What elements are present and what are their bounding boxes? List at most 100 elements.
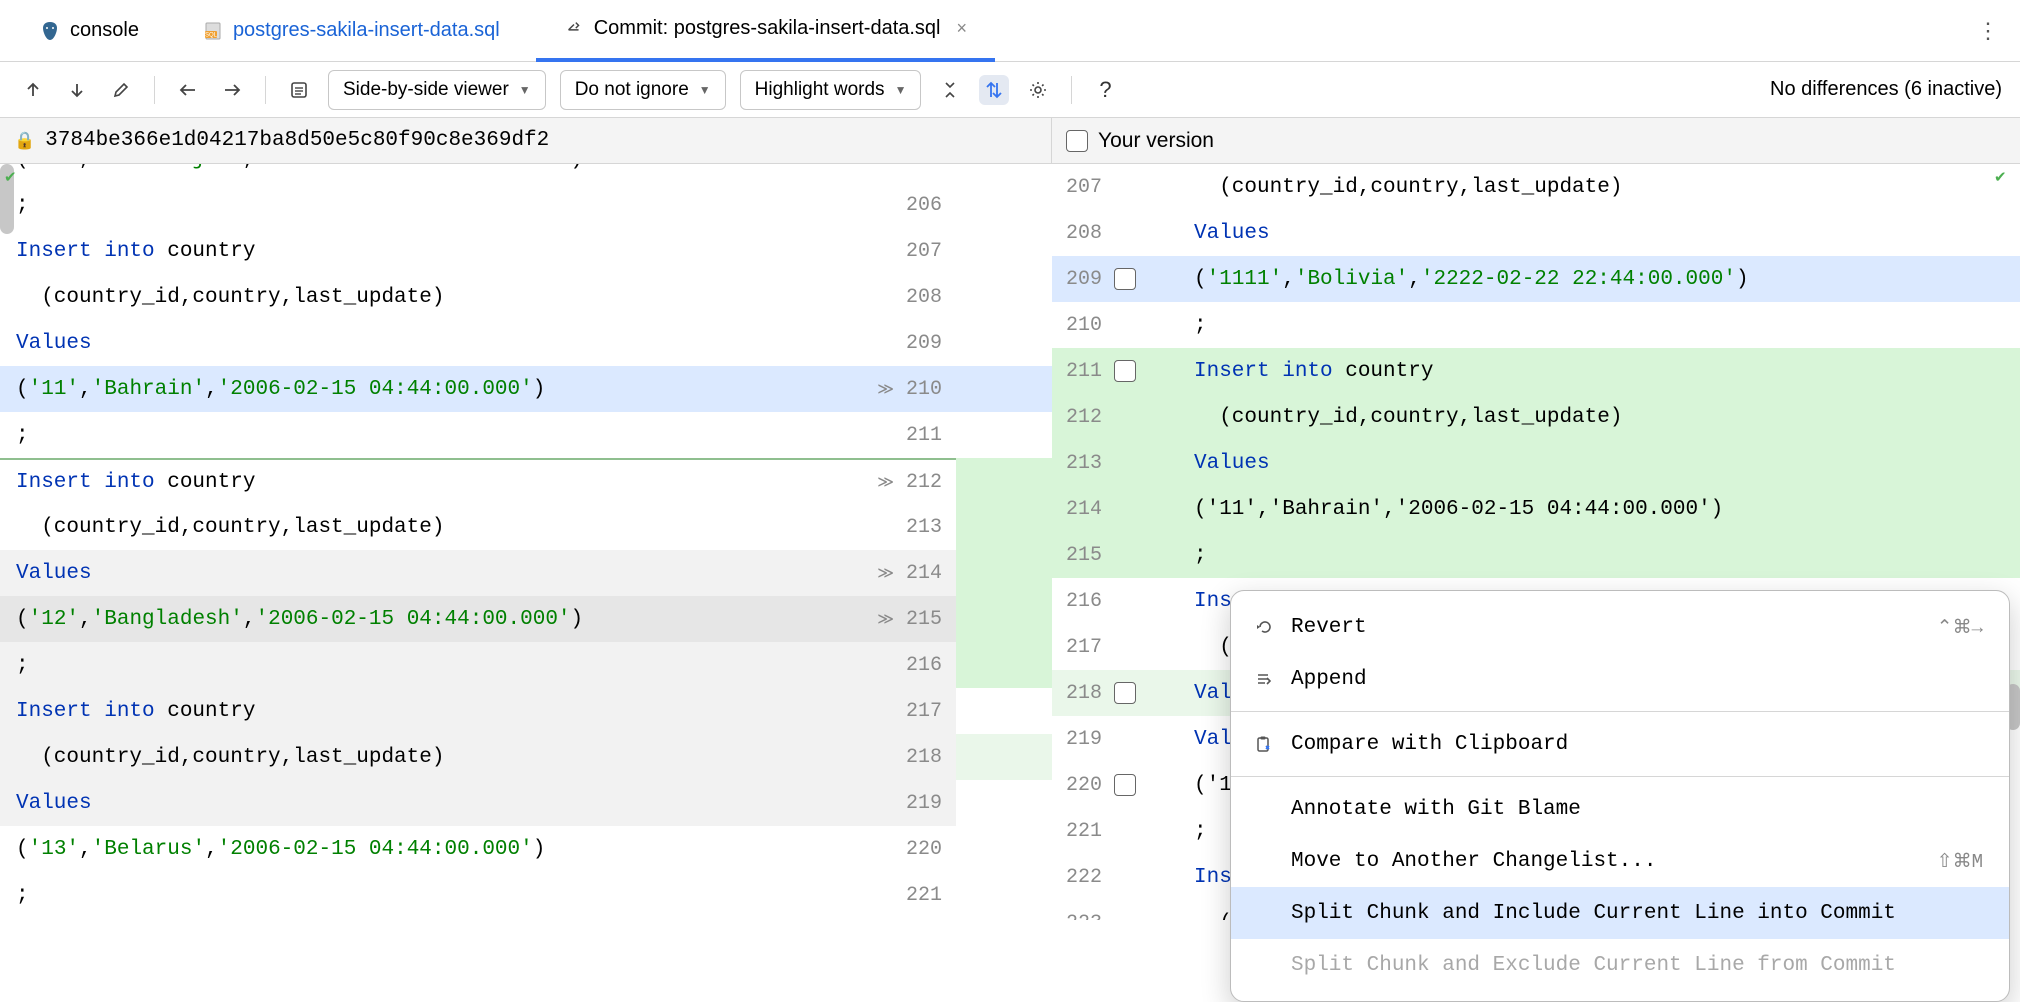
forward-icon[interactable]: [217, 75, 247, 105]
lock-icon: 🔒: [14, 131, 35, 151]
highlight-select[interactable]: Highlight words ▼: [740, 70, 922, 110]
code-line[interactable]: ('10','Azerbaijan','2006-02-15 04:44:00.…: [0, 164, 830, 182]
line-checkbox[interactable]: [1114, 268, 1136, 290]
include-checkbox[interactable]: [1066, 130, 1088, 152]
code-line[interactable]: Insert into country: [0, 228, 830, 274]
edit-icon[interactable]: [106, 75, 136, 105]
code-line[interactable]: ;: [1178, 532, 2020, 578]
tabs-overflow-icon[interactable]: ⋮: [1968, 11, 2008, 51]
diff-view: ✔ ('10','Azerbaijan','2006-02-15 04:44:0…: [0, 164, 2020, 920]
ignore-select[interactable]: Do not ignore ▼: [560, 70, 726, 110]
line-checkbox[interactable]: [1114, 682, 1136, 704]
code-line[interactable]: (country_id,country,last_update): [0, 734, 830, 780]
line-number: 220: [1052, 762, 1178, 808]
line-number: 209: [830, 320, 956, 366]
sync-scroll-icon[interactable]: [979, 75, 1009, 105]
code-line[interactable]: ;: [0, 412, 830, 458]
menu-shortcut: ⇧⌘M: [1937, 850, 1983, 873]
code-line[interactable]: (country_id,country,last_update): [1178, 394, 2020, 440]
apply-arrow-icon[interactable]: ≫: [877, 609, 894, 629]
menu-item[interactable]: Revert ⌃⌘→: [1231, 601, 2009, 653]
code-line[interactable]: Values: [0, 550, 830, 596]
code-line[interactable]: ;: [1178, 302, 2020, 348]
code-line[interactable]: Insert into country: [0, 688, 830, 734]
menu-label: Compare with Clipboard: [1291, 733, 1568, 756]
list-icon[interactable]: [284, 75, 314, 105]
diff-icon: [564, 19, 584, 39]
code-line[interactable]: Values: [0, 320, 830, 366]
code-line[interactable]: Insert into country: [0, 458, 830, 504]
commit-hash: 3784be366e1d04217ba8d50e5c80f90c8e369df2: [45, 129, 549, 152]
code-line[interactable]: ('11','Bahrain','2006-02-15 04:44:00.000…: [1178, 486, 2020, 532]
menu-item[interactable]: Annotate with Git Blame: [1231, 783, 2009, 835]
line-number: 216: [830, 642, 956, 688]
collapse-icon[interactable]: [935, 75, 965, 105]
chevron-down-icon: ▼: [699, 83, 711, 97]
code-line[interactable]: ('13','Belarus','2006-02-15 04:44:00.000…: [0, 826, 830, 872]
code-line[interactable]: ;: [0, 642, 830, 688]
line-checkbox[interactable]: [1114, 774, 1136, 796]
apply-arrow-icon[interactable]: ≫: [877, 379, 894, 399]
code-line[interactable]: Insert into country: [1178, 348, 2020, 394]
line-number: 209: [1052, 256, 1178, 302]
menu-item[interactable]: Move to Another Changelist... ⇧⌘M: [1231, 835, 2009, 887]
code-line[interactable]: ('11','Bahrain','2006-02-15 04:44:00.000…: [0, 366, 830, 412]
code-line[interactable]: ('1111','Bolivia','2222-02-22 22:44:00.0…: [1178, 256, 2020, 302]
menu-label: Annotate with Git Blame: [1291, 798, 1581, 821]
menu-label: Split Chunk and Exclude Current Line fro…: [1291, 954, 1896, 977]
code-line[interactable]: ;: [0, 872, 830, 918]
line-number: 221: [830, 872, 956, 918]
apply-arrow-icon[interactable]: ≫: [877, 563, 894, 583]
diff-left-pane[interactable]: ('10','Azerbaijan','2006-02-15 04:44:00.…: [0, 164, 830, 920]
tab-commit[interactable]: Commit: postgres-sakila-insert-data.sql …: [536, 0, 995, 62]
menu-item[interactable]: Append: [1231, 653, 2009, 705]
sql-file-icon: SQL: [203, 21, 223, 41]
line-number: 211: [830, 412, 956, 458]
menu-item[interactable]: Compare with Clipboard: [1231, 718, 2009, 770]
next-diff-icon[interactable]: [62, 75, 92, 105]
back-icon[interactable]: [173, 75, 203, 105]
code-line[interactable]: (country_id,country,last_update): [0, 274, 830, 320]
menu-label: Append: [1291, 668, 1367, 691]
close-icon[interactable]: ×: [957, 18, 968, 39]
line-number: 216: [1052, 578, 1178, 624]
code-line[interactable]: (country_id,country,last_update): [0, 504, 830, 550]
line-number: 217: [830, 688, 956, 734]
code-line[interactable]: ('12','Bangladesh','2006-02-15 04:44:00.…: [0, 596, 830, 642]
line-number: 215: [1052, 532, 1178, 578]
code-line[interactable]: Values: [0, 780, 830, 826]
line-number: 210: [1052, 302, 1178, 348]
line-number: 219: [830, 780, 956, 826]
apply-arrow-icon[interactable]: ≫: [877, 472, 894, 492]
menu-label: Revert: [1291, 616, 1367, 639]
tab-console[interactable]: console: [12, 0, 167, 62]
code-line[interactable]: ;: [0, 182, 830, 228]
line-number: 221: [1052, 808, 1178, 854]
menu-separator: [1231, 711, 2009, 712]
tab-label: console: [70, 19, 139, 42]
viewer-mode-select[interactable]: Side-by-side viewer ▼: [328, 70, 546, 110]
code-line[interactable]: Values: [1178, 210, 2020, 256]
line-number: 223: [1052, 900, 1178, 920]
blank-icon: [1251, 797, 1275, 821]
tab-sql-file[interactable]: SQL postgres-sakila-insert-data.sql: [175, 0, 528, 62]
line-number: 218: [1052, 670, 1178, 716]
line-number: ≫215: [830, 596, 956, 642]
code-line[interactable]: (country_id,country,last_update): [1178, 164, 2020, 210]
line-checkbox[interactable]: [1114, 360, 1136, 382]
diff-status-text: No differences (6 inactive): [1770, 78, 2002, 101]
line-number: 217: [1052, 624, 1178, 670]
line-number: 220: [830, 826, 956, 872]
line-number: 214: [1052, 486, 1178, 532]
gear-icon[interactable]: [1023, 75, 1053, 105]
help-icon[interactable]: ?: [1090, 75, 1120, 105]
line-number: 218: [830, 734, 956, 780]
prev-diff-icon[interactable]: [18, 75, 48, 105]
menu-item[interactable]: Split Chunk and Include Current Line int…: [1231, 887, 2009, 939]
code-line[interactable]: Values: [1178, 440, 2020, 486]
line-number: 213: [830, 504, 956, 550]
diff-connector: [956, 164, 1052, 920]
line-number: 206: [830, 182, 956, 228]
line-number: ≫214: [830, 550, 956, 596]
blank-icon: [1251, 849, 1275, 873]
